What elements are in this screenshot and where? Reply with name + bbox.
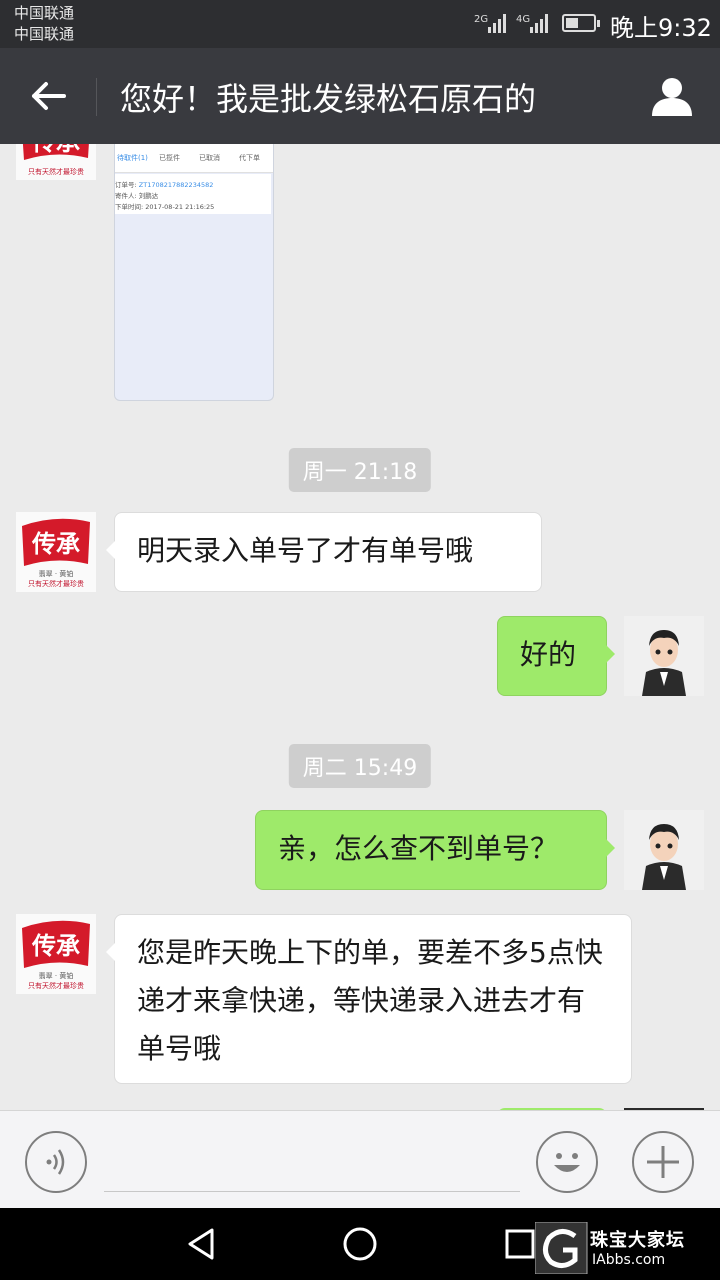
nav-recents-icon[interactable] [504,1228,536,1260]
watermark-site-name: 珠宝大家坛 [590,1230,685,1251]
nav-back-icon[interactable] [184,1226,220,1262]
message-bubble-left[interactable]: 明天录入单号了才有单号哦 [106,512,542,592]
timestamp: 周一 21:18 [288,448,432,492]
voice-icon [46,1149,65,1175]
message-bubble-left[interactable]: 您是昨天晚上下的单，要差不多5点快递才来拿快递，等快递录入进去才有单号哦 [106,914,632,1084]
battery-icon [562,14,600,32]
chat-area[interactable]: 传承 只有天然才最珍贵 待取件(1) 已揽件 已取消 代下单 订单号: ZT17… [0,144,720,1110]
timestamp: 周二 15:49 [288,744,432,788]
signal-4g-icon: 4G [516,14,548,33]
svg-text:传承: 传承 [31,144,80,156]
voice-button[interactable] [25,1131,87,1193]
emoji-button[interactable] [536,1131,598,1193]
screenshot-tabs: 待取件(1) 已揽件 已取消 代下单 [115,144,273,173]
input-bar [0,1110,720,1209]
svg-text:翡翠 · 黄铂: 翡翠 · 黄铂 [39,569,74,578]
watermark-domain: IAbbs.com [592,1252,666,1268]
svg-text:4G: 4G [516,14,530,25]
contact-avatar[interactable]: 传承 翡翠 · 黄铂 只有天然才最珍贵 [16,512,96,592]
carrier-label-1: 中国联通 [14,4,75,22]
chat-header: 您好！我是批发绿松石原石的 [0,48,720,144]
back-arrow-icon[interactable] [26,74,70,118]
nav-home-icon[interactable] [342,1226,378,1262]
shared-screenshot-image[interactable]: 待取件(1) 已揽件 已取消 代下单 订单号: ZT17082178822345… [114,144,274,401]
smiley-icon [554,1153,580,1172]
screenshot-order-card: 订单号: ZT1708217882234582 寄件人: 刘鹏达 下单时间: 2… [115,174,271,214]
message-input[interactable] [104,1191,520,1192]
user-avatar[interactable] [624,616,704,696]
status-bar: 中国联通 中国联通 2G 4G 晚上9:32 [0,0,720,48]
person-icon[interactable] [650,74,694,118]
svg-text:翡翠 · 黄铂: 翡翠 · 黄铂 [39,971,74,980]
contact-avatar[interactable]: 传承 只有天然才最珍贵 [16,144,96,180]
status-clock: 晚上9:32 [610,14,712,42]
plus-icon [647,1146,679,1178]
add-button[interactable] [632,1131,694,1193]
svg-text:传承: 传承 [31,529,80,558]
user-avatar[interactable] [624,810,704,890]
svg-text:只有天然才最珍贵: 只有天然才最珍贵 [28,167,84,176]
contact-avatar[interactable]: 传承 翡翠 · 黄铂 只有天然才最珍贵 [16,914,96,994]
svg-text:只有天然才最珍贵: 只有天然才最珍贵 [28,981,84,990]
svg-text:2G: 2G [474,14,488,25]
message-bubble-right[interactable]: 亲，怎么查不到单号？ [255,810,615,890]
message-bubble-right[interactable]: 好的 [497,616,615,696]
svg-text:传承: 传承 [31,931,80,960]
chat-title: 您好！我是批发绿松石原石的 [120,80,537,118]
svg-text:只有天然才最珍贵: 只有天然才最珍贵 [28,579,84,588]
header-divider [96,78,97,116]
carrier-label-2: 中国联通 [14,25,75,43]
